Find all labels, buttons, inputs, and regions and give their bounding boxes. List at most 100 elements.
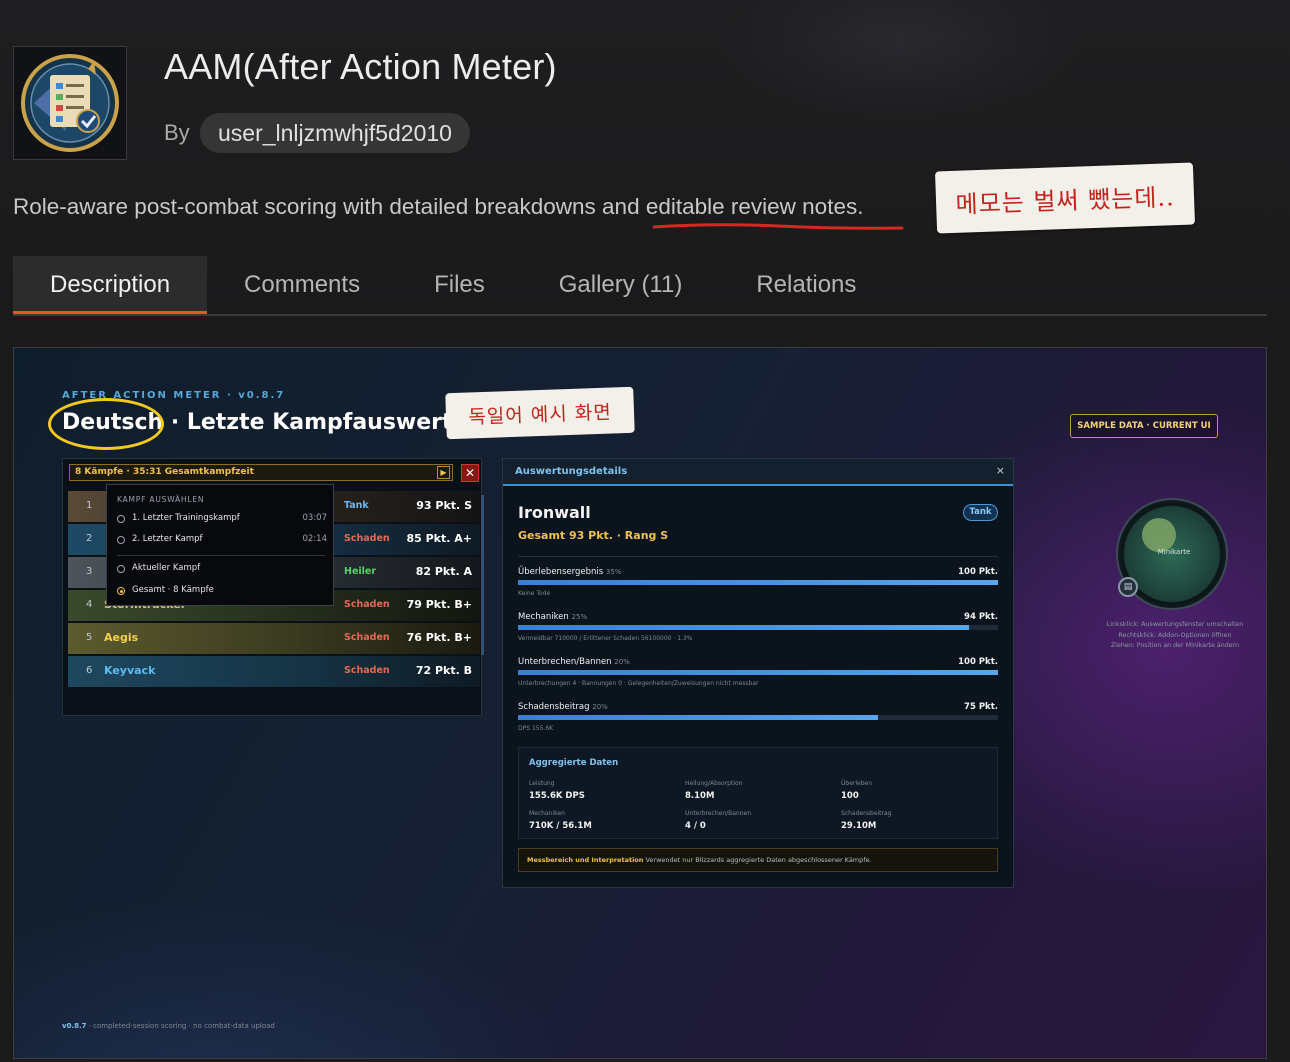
table-row[interactable]: 6 Keyvack Schaden 72 Pkt. B [68,656,480,687]
metric-note: Vermeidbar 710000 / Erlittener Schaden 5… [518,635,693,642]
dropdown-item-label: 1. Letzter Trainingskampf [132,513,240,523]
aggregate-cell: Unterbrechen/Bannen 4 / 0 [685,810,835,831]
row-role: Heiler [344,566,377,577]
metric-name: Mechaniken [518,612,569,622]
row-score: 79 Pkt. B+ [406,598,472,611]
radio-selected-icon[interactable] [117,587,125,595]
metric-bar-fill [518,625,970,630]
metric-bar [518,670,998,675]
metric-bar [518,625,998,630]
aggregate-title: Aggregierte Daten [529,758,619,768]
tab-description[interactable]: Description [13,256,208,314]
addon-logo-icon [21,54,119,152]
row-score: 82 Pkt. A [415,565,472,578]
fight-dropdown: KAMPF AUSWÄHLEN 1. Letzter Trainingskamp… [106,484,334,606]
radio-icon[interactable] [117,565,125,573]
metric-value: 100 Pkt. [958,567,998,577]
fight-selector[interactable]: 8 Kämpfe · 35:31 Gesamtkampfzeit [69,464,453,481]
metric-interrupts: Unterbrechen/Bannen 20% 100 Pkt. Unterbr… [518,657,998,697]
metric-damage: Schadensbeitrag 20% 75 Pkt. DPS 155.6K [518,702,998,742]
sample-data-badge: SAMPLE DATA · CURRENT UI [1070,414,1218,438]
row-score: 76 Pkt. B+ [406,631,472,644]
author-link[interactable]: user_lnljzmwhjf5d2010 [200,113,470,153]
dropdown-item-label: Gesamt · 8 Kämpfe [132,585,214,595]
minimap-label: Minikarte [1157,548,1191,556]
aggregate-key: Mechaniken [529,810,565,817]
handwritten-note: 메모는 벌써 뺐는데.. [934,162,1196,234]
play-icon[interactable]: ▶ [437,466,450,479]
row-rank: 5 [86,632,93,643]
aggregate-value: 100 [841,791,859,801]
details-close-icon[interactable]: × [996,464,1005,477]
metric-value: 75 Pkt. [964,702,998,712]
metric-label: Überlebensergebnis 35% [518,567,621,577]
row-rank: 4 [86,599,93,610]
metric-bar-fill [518,670,998,675]
dropdown-item[interactable]: 2. Letzter Kampf 02:14 [117,533,327,549]
metric-name: Schadensbeitrag [518,702,590,712]
aggregate-cell: Mechaniken 710K / 56.1M [529,810,679,831]
row-player: Aegis [104,631,139,644]
aggregate-key: Heilung/Absorption [685,780,743,787]
metric-bar [518,580,998,585]
aggregate-key: Unterbrechen/Bannen [685,810,752,817]
row-score: 93 Pkt. S [416,499,472,512]
details-header: Auswertungsdetails [503,459,1013,486]
aggregate-cell: Überleben 100 [841,780,991,801]
radio-icon[interactable] [117,515,125,523]
meter-scrollbar[interactable] [481,495,484,655]
tab-relations[interactable]: Relations [719,256,893,314]
row-rank: 1 [86,500,93,511]
red-underline-annotation [652,223,904,230]
minimap-help-line: Ziehen: Position an der Minikarte ändern [1110,642,1240,649]
tab-gallery[interactable]: Gallery (11) [522,256,720,314]
minimap-help-line: Linksklick: Auswertungsfenster umschalte… [1106,621,1244,628]
addon-logo [13,46,127,160]
yellow-circle-annotation [48,398,164,450]
row-rank: 3 [86,566,93,577]
details-panel: Auswertungsdetails × Ironwall Gesamt 93 … [502,458,1014,888]
version-footer: v0.8.7 · completed-session scoring · no … [62,1022,275,1030]
metric-note: DPS 155.6K [518,725,554,732]
aggregate-cell: Schadensbeitrag 29.10M [841,810,991,831]
addon-title: AAM(After Action Meter) [164,46,557,87]
row-role: Schaden [344,632,390,643]
scope-note: Messbereich und Interpretation Verwendet… [518,848,998,872]
metric-label: Unterbrechen/Bannen 20% [518,657,630,667]
tab-files[interactable]: Files [397,256,522,314]
metric-weight: 20% [592,703,608,711]
tab-comments[interactable]: Comments [207,256,397,314]
aggregate-key: Leistung [529,780,555,787]
metric-weight: 20% [614,658,630,666]
details-divider [518,556,998,557]
radio-icon[interactable] [117,536,125,544]
dropdown-item-time: 02:14 [302,534,328,544]
row-role: Schaden [344,599,390,610]
aggregate-key: Überleben [841,780,873,787]
table-row[interactable]: 5 Aegis Schaden 76 Pkt. B+ [68,623,480,654]
dropdown-heading: KAMPF AUSWÄHLEN [117,495,205,504]
metric-label: Mechaniken 25% [518,612,587,622]
metric-weight: 35% [605,568,622,576]
footer-version: v0.8.7 [62,1022,87,1030]
metric-value: 94 Pkt. [964,612,998,622]
aggregate-cell: Heilung/Absorption 8.10M [685,780,835,801]
dropdown-item[interactable]: 1. Letzter Trainingskampf 03:07 [117,512,327,528]
dropdown-item[interactable]: Aktueller Kampf [117,562,327,578]
player-name: Ironwall [518,503,591,522]
metric-survival: Überlebensergebnis 35% 100 Pkt. Keine To… [518,567,998,607]
metric-name: Überlebensergebnis [518,567,604,577]
minimap-button-icon[interactable]: ▤ [1118,577,1138,597]
aggregate-value: 155.6K DPS [529,791,585,801]
row-role: Schaden [344,533,390,544]
player-total-score: Gesamt 93 Pkt. · Rang S [518,529,669,542]
aggregate-panel: Aggregierte Daten Leistung 155.6K DPS He… [518,747,998,839]
author-by-label: By [164,120,190,145]
row-player: Keyvack [104,664,156,677]
row-rank: 2 [86,533,93,544]
row-role: Schaden [344,665,390,676]
row-score: 72 Pkt. B [415,664,472,677]
dropdown-item-selected[interactable]: Gesamt · 8 Kämpfe [117,584,327,600]
metric-bar-fill [518,580,998,585]
close-icon[interactable]: ✕ [461,464,479,482]
